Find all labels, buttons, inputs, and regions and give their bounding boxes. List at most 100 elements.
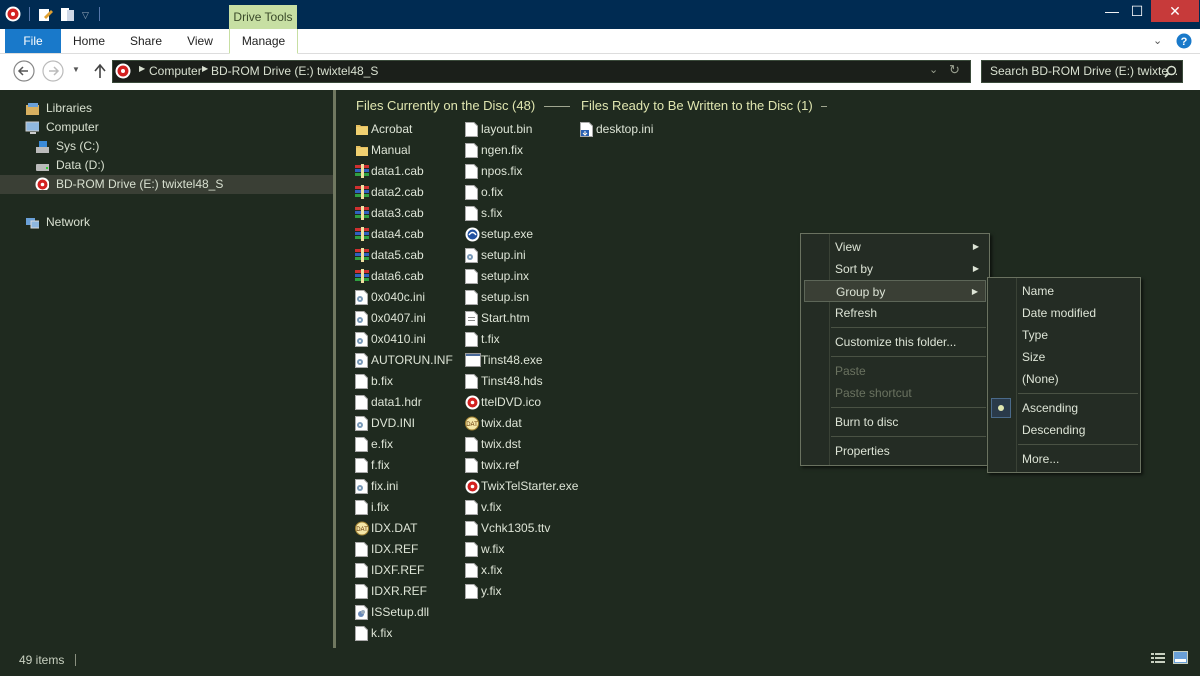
menu-item-view[interactable]: View ▶ — [801, 236, 989, 258]
group-by-none[interactable]: (None) — [988, 368, 1140, 390]
file-name: Manual — [371, 143, 411, 157]
nav-network[interactable]: Network — [0, 213, 333, 232]
menu-item-paste-shortcut[interactable]: Paste shortcut — [801, 382, 989, 404]
file-name: fix.ini — [371, 479, 399, 493]
htm-icon — [465, 311, 478, 326]
folder-icon — [355, 143, 368, 158]
group-by-name[interactable]: Name — [988, 280, 1140, 302]
back-icon[interactable] — [13, 60, 35, 82]
menu-item-customize[interactable]: Customize this folder... — [801, 331, 989, 353]
group-header-line — [821, 106, 828, 108]
group-by-type[interactable]: Type — [988, 324, 1140, 346]
large-icons-view-icon[interactable] — [1173, 651, 1188, 665]
menu-item-sort-by[interactable]: Sort by ▶ — [801, 258, 989, 280]
menu-item-properties[interactable]: Properties — [801, 440, 989, 462]
search-icon[interactable] — [1164, 65, 1177, 78]
file-icon — [465, 164, 478, 179]
breadcrumb-chevron-icon[interactable]: ▶ — [202, 64, 208, 73]
nav-sys-drive[interactable]: Sys (C:) — [0, 137, 333, 156]
nav-libraries[interactable]: Libraries — [0, 99, 333, 118]
group-header-on-disc[interactable]: Files Currently on the Disc (48) — [356, 98, 570, 114]
file-name: TwixTelStarter.exe — [481, 479, 579, 493]
menu-separator — [831, 327, 986, 328]
menu-item-paste[interactable]: Paste — [801, 360, 989, 382]
context-menu: View ▶ Sort by ▶ Group by ▶ Refresh Customi… — [800, 233, 990, 466]
file-icon — [465, 122, 478, 137]
file-name: IDXR.REF — [371, 584, 428, 598]
group-by-ascending[interactable]: Ascending — [988, 397, 1140, 419]
cab-icon — [355, 227, 369, 242]
group-by-more[interactable]: More... — [988, 448, 1140, 470]
up-icon[interactable] — [93, 63, 107, 79]
dll-icon — [355, 605, 368, 620]
file-name: Tinst48.hds — [481, 374, 543, 388]
file-name: DVD.INI — [371, 416, 416, 430]
file-name: i.fix — [371, 500, 389, 514]
file-name: AUTORUN.INF — [371, 353, 453, 367]
nav-computer[interactable]: Computer — [0, 118, 333, 137]
menu-item-refresh[interactable]: Refresh — [801, 302, 989, 324]
file-name: npos.fix — [481, 164, 523, 178]
status-divider — [75, 654, 76, 666]
breadcrumb-drive[interactable]: BD-ROM Drive (E:) twixtel48_S — [211, 64, 378, 78]
new-folder-icon[interactable] — [60, 7, 76, 23]
file-name: Start.htm — [481, 311, 530, 325]
minimize-button[interactable]: — — [1100, 0, 1124, 22]
nav-bd-rom-drive[interactable]: BD-ROM Drive (E:) twixtel48_S — [0, 175, 333, 194]
tab-manage[interactable]: Manage — [229, 29, 298, 54]
file-name: data4.cab — [371, 227, 424, 241]
properties-icon[interactable] — [38, 7, 54, 23]
address-bar[interactable]: ▶ Computer ▶ BD-ROM Drive (E:) twixtel48… — [112, 60, 971, 83]
group-by-descending[interactable]: Descending — [988, 419, 1140, 441]
nav-data-drive[interactable]: Data (D:) — [0, 156, 333, 175]
qa-divider — [29, 7, 30, 21]
search-box[interactable]: Search BD-ROM Drive (E:) twixte... — [981, 60, 1183, 83]
breadcrumb-computer[interactable]: Computer — [149, 64, 202, 78]
close-button[interactable]: ✕ — [1151, 0, 1199, 22]
tab-view[interactable]: View — [178, 29, 222, 53]
file-name: setup.exe — [481, 227, 534, 241]
menu-separator — [831, 436, 986, 437]
file-name: layout.bin — [481, 122, 533, 136]
ribbon-tabs: File Home Share View Manage ⌄ ? — [0, 29, 1200, 54]
drive-tools-context-label: Drive Tools — [229, 5, 297, 29]
group-header-ready[interactable]: Files Ready to Be Written to the Disc (1… — [581, 98, 828, 114]
svg-text:?: ? — [1181, 36, 1188, 48]
exe-icon — [465, 353, 481, 368]
menu-item-burn-to-disc[interactable]: Burn to disc — [801, 411, 989, 433]
recent-locations-chevron-icon[interactable]: ▼ — [72, 65, 80, 74]
qa-customize-chevron-icon[interactable]: ▽ — [82, 10, 89, 21]
help-icon[interactable]: ? — [1176, 33, 1192, 49]
refresh-icon[interactable]: ↻ — [949, 62, 960, 78]
file-name: twix.dat — [481, 416, 522, 430]
bd-rom-drive-icon — [115, 63, 131, 79]
file-icon — [355, 626, 368, 641]
libraries-icon — [26, 103, 39, 115]
file-name: o.fix — [481, 185, 504, 199]
ini-icon — [355, 332, 368, 347]
breadcrumb-chevron-icon[interactable]: ▶ — [139, 64, 145, 73]
tab-home[interactable]: Home — [66, 29, 112, 53]
file-name: Vchk1305.ttv — [481, 521, 551, 535]
item-count: 49 items — [19, 653, 65, 667]
menu-item-group-by[interactable]: Group by ▶ — [804, 280, 986, 302]
group-by-size[interactable]: Size — [988, 346, 1140, 368]
forward-icon[interactable] — [42, 60, 64, 82]
group-by-date-modified[interactable]: Date modified — [988, 302, 1140, 324]
tab-share[interactable]: Share — [122, 29, 170, 53]
address-history-chevron-icon[interactable]: ⌄ — [929, 63, 938, 76]
maximize-button[interactable]: ☐ — [1125, 0, 1149, 22]
details-view-icon[interactable] — [1151, 652, 1165, 665]
file-name: 0x0410.ini — [371, 332, 426, 346]
drive-app-icon[interactable] — [5, 6, 21, 22]
svg-text:DAT: DAT — [466, 422, 478, 428]
file-name: y.fix — [481, 584, 502, 598]
navigation-pane: Libraries Computer Sys (C:) Data (D:) BD… — [0, 90, 333, 648]
pane-splitter[interactable] — [333, 90, 336, 648]
tab-file[interactable]: File — [5, 29, 61, 53]
file-name: b.fix — [371, 374, 394, 388]
file-name: data6.cab — [371, 269, 424, 283]
cab-icon — [355, 269, 369, 284]
status-bar: 49 items — [0, 648, 1200, 676]
ribbon-expand-chevron-icon[interactable]: ⌄ — [1153, 34, 1162, 47]
